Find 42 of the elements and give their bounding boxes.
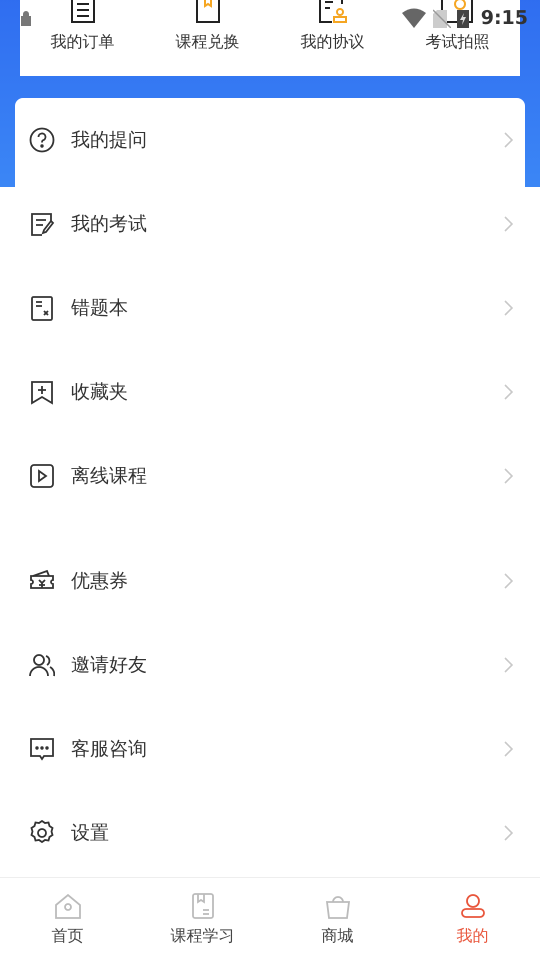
bookmark-plus-icon [29, 379, 55, 405]
battery-icon [456, 8, 469, 28]
shortcut-label[interactable]: 我的订单 [50, 32, 114, 53]
shortcut-label[interactable]: 考试拍照 [426, 32, 490, 53]
nav-tab[interactable]: 商城 [270, 878, 405, 960]
menu-item[interactable]: 优惠券 [15, 539, 525, 623]
menu-item[interactable]: 收藏夹 [15, 350, 525, 434]
play-square-icon [29, 463, 55, 489]
menu-item[interactable]: 我的提问 [15, 98, 525, 182]
nav-tab[interactable]: 课程学习 [135, 878, 270, 960]
note-x-icon [29, 295, 55, 321]
shortcut-label[interactable]: 课程兑换 [176, 32, 240, 53]
chevron-icon [504, 384, 513, 400]
menu-item[interactable]: 离线课程 [15, 434, 525, 518]
chevron-icon [504, 132, 513, 148]
nav-tab[interactable]: 我的 [405, 878, 540, 960]
menu-item[interactable]: 错题本 [15, 266, 525, 350]
chevron-icon [504, 300, 513, 316]
wifi-icon [400, 8, 427, 28]
shortcut-label[interactable]: 我的协议 [300, 32, 364, 53]
chat-bubble-icon [29, 736, 55, 762]
document-icon[interactable] [70, 0, 96, 24]
house-icon [52, 892, 82, 920]
chevron-icon [504, 825, 513, 841]
menu-item[interactable]: 客服咨询 [15, 707, 525, 791]
chevron-icon [504, 741, 513, 757]
chevron-icon [504, 657, 513, 673]
menu-item[interactable]: 邀请好友 [15, 623, 525, 707]
question-circle-icon [29, 127, 55, 153]
chevron-icon [504, 573, 513, 589]
chevron-icon [504, 216, 513, 232]
menu-item[interactable]: 设置 [15, 791, 525, 875]
lock-icon [20, 10, 32, 26]
pencil-note-icon [29, 211, 55, 237]
card-icon[interactable] [194, 0, 220, 24]
camera-icon[interactable] [440, 0, 476, 24]
chevron-icon [504, 468, 513, 484]
document-stamp-icon[interactable] [318, 0, 348, 24]
nav-tab[interactable]: 首页 [0, 878, 135, 960]
menu-item[interactable]: 我的考试 [15, 182, 525, 266]
people-icon [29, 652, 55, 678]
gear-icon [29, 820, 55, 846]
